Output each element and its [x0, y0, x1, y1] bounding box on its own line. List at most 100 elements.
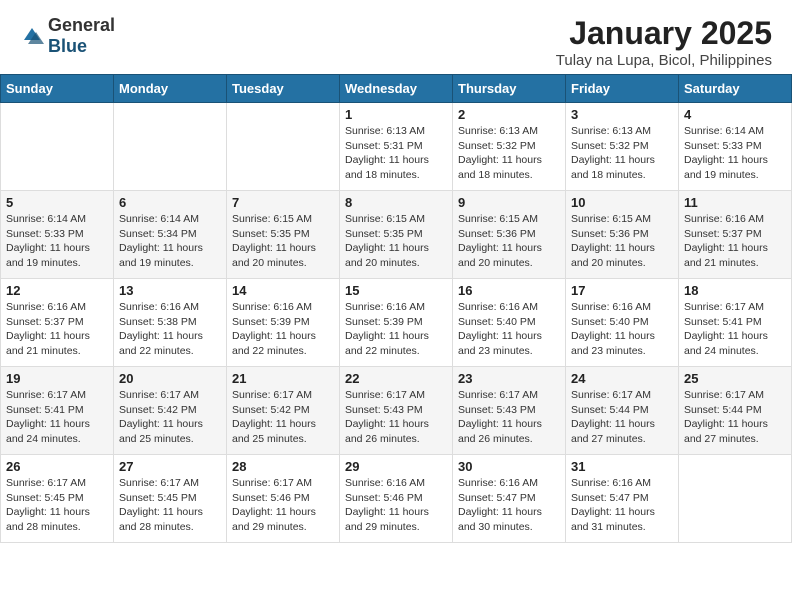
day-number: 14 [232, 283, 334, 298]
calendar-cell: 2 Sunrise: 6:13 AMSunset: 5:32 PMDaylight… [453, 103, 566, 191]
day-number: 20 [119, 371, 221, 386]
calendar-cell: 6 Sunrise: 6:14 AMSunset: 5:34 PMDaylight… [114, 191, 227, 279]
calendar-table: SundayMondayTuesdayWednesdayThursdayFrid… [0, 74, 792, 543]
day-info: Sunrise: 6:16 AMSunset: 5:40 PMDaylight:… [458, 300, 560, 359]
day-info: Sunrise: 6:14 AMSunset: 5:33 PMDaylight:… [6, 212, 108, 271]
day-number: 25 [684, 371, 786, 386]
day-number: 5 [6, 195, 108, 210]
calendar-row: 5 Sunrise: 6:14 AMSunset: 5:33 PMDaylight… [1, 191, 792, 279]
day-info: Sunrise: 6:17 AMSunset: 5:41 PMDaylight:… [684, 300, 786, 359]
calendar-cell: 30 Sunrise: 6:16 AMSunset: 5:47 PMDayligh… [453, 455, 566, 543]
day-number: 4 [684, 107, 786, 122]
day-info: Sunrise: 6:16 AMSunset: 5:40 PMDaylight:… [571, 300, 673, 359]
day-number: 11 [684, 195, 786, 210]
calendar-cell: 24 Sunrise: 6:17 AMSunset: 5:44 PMDayligh… [566, 367, 679, 455]
calendar-cell: 3Sunrise: 6:13 AMSunset: 5:32 PMDaylight… [566, 103, 679, 191]
day-info: Sunrise: 6:16 AMSunset: 5:47 PMDaylight:… [571, 476, 673, 535]
page-header: General Blue January 2025 Tulay na Lupa,… [0, 0, 792, 74]
calendar-cell: 4 Sunrise: 6:14 AMSunset: 5:33 PMDaylight… [679, 103, 792, 191]
day-info: Sunrise: 6:17 AMSunset: 5:42 PMDaylight:… [232, 388, 334, 447]
calendar-cell: 31 Sunrise: 6:16 AMSunset: 5:47 PMDayligh… [566, 455, 679, 543]
day-number: 16 [458, 283, 560, 298]
calendar-cell: 1 Sunrise: 6:13 AMSunset: 5:31 PMDaylight… [340, 103, 453, 191]
calendar-cell [679, 455, 792, 543]
day-number: 19 [6, 371, 108, 386]
day-number: 28 [232, 459, 334, 474]
day-number: 30 [458, 459, 560, 474]
calendar-cell: 7Sunrise: 6:15 AMSunset: 5:35 PMDaylight… [227, 191, 340, 279]
day-info: Sunrise: 6:16 AMSunset: 5:37 PMDaylight:… [6, 300, 108, 359]
calendar-cell [114, 103, 227, 191]
day-number: 29 [345, 459, 447, 474]
weekday-header: Tuesday [227, 75, 340, 103]
calendar-row: 12Sunrise: 6:16 AMSunset: 5:37 PMDayligh… [1, 279, 792, 367]
calendar-cell: 23Sunrise: 6:17 AMSunset: 5:43 PMDayligh… [453, 367, 566, 455]
calendar-cell: 29 Sunrise: 6:16 AMSunset: 5:46 PMDayligh… [340, 455, 453, 543]
day-info: Sunrise: 6:14 AMSunset: 5:33 PMDaylight:… [684, 124, 786, 183]
day-number: 17 [571, 283, 673, 298]
logo: General Blue [20, 15, 115, 57]
calendar-cell [227, 103, 340, 191]
day-info: Sunrise: 6:15 AMSunset: 5:36 PMDaylight:… [571, 212, 673, 271]
day-number: 13 [119, 283, 221, 298]
day-info: Sunrise: 6:17 AMSunset: 5:46 PMDaylight:… [232, 476, 334, 535]
day-number: 2 [458, 107, 560, 122]
calendar-body: 1 Sunrise: 6:13 AMSunset: 5:31 PMDaylight… [1, 103, 792, 543]
calendar-row: 26 Sunrise: 6:17 AMSunset: 5:45 PMDayligh… [1, 455, 792, 543]
logo-icon [20, 24, 44, 48]
day-info: Sunrise: 6:13 AMSunset: 5:32 PMDaylight:… [458, 124, 560, 183]
day-info: Sunrise: 6:16 AMSunset: 5:46 PMDaylight:… [345, 476, 447, 535]
title-section: January 2025 Tulay na Lupa, Bicol, Phili… [556, 15, 772, 69]
logo-text: General Blue [48, 15, 115, 57]
day-info: Sunrise: 6:13 AMSunset: 5:31 PMDaylight:… [345, 124, 447, 183]
day-info: Sunrise: 6:17 AMSunset: 5:45 PMDaylight:… [6, 476, 108, 535]
day-number: 27 [119, 459, 221, 474]
day-info: Sunrise: 6:16 AMSunset: 5:38 PMDaylight:… [119, 300, 221, 359]
calendar-cell: 27Sunrise: 6:17 AMSunset: 5:45 PMDayligh… [114, 455, 227, 543]
logo-blue: Blue [48, 36, 87, 56]
calendar-cell: 14 Sunrise: 6:16 AMSunset: 5:39 PMDayligh… [227, 279, 340, 367]
day-number: 31 [571, 459, 673, 474]
day-number: 26 [6, 459, 108, 474]
calendar-row: 1 Sunrise: 6:13 AMSunset: 5:31 PMDaylight… [1, 103, 792, 191]
calendar-cell: 17 Sunrise: 6:16 AMSunset: 5:40 PMDayligh… [566, 279, 679, 367]
calendar-cell: 12Sunrise: 6:16 AMSunset: 5:37 PMDayligh… [1, 279, 114, 367]
calendar-cell: 25Sunrise: 6:17 AMSunset: 5:44 PMDayligh… [679, 367, 792, 455]
weekday-header: Wednesday [340, 75, 453, 103]
calendar-header: SundayMondayTuesdayWednesdayThursdayFrid… [1, 75, 792, 103]
calendar-cell: 16 Sunrise: 6:16 AMSunset: 5:40 PMDayligh… [453, 279, 566, 367]
day-number: 9 [458, 195, 560, 210]
day-number: 6 [119, 195, 221, 210]
logo-general: General [48, 15, 115, 35]
day-number: 23 [458, 371, 560, 386]
calendar-cell: 26 Sunrise: 6:17 AMSunset: 5:45 PMDayligh… [1, 455, 114, 543]
month-title: January 2025 [556, 15, 772, 52]
weekday-header: Monday [114, 75, 227, 103]
day-info: Sunrise: 6:16 AMSunset: 5:37 PMDaylight:… [684, 212, 786, 271]
day-number: 24 [571, 371, 673, 386]
day-info: Sunrise: 6:17 AMSunset: 5:44 PMDaylight:… [571, 388, 673, 447]
calendar-cell: 10 Sunrise: 6:15 AMSunset: 5:36 PMDayligh… [566, 191, 679, 279]
calendar-cell: 15Sunrise: 6:16 AMSunset: 5:39 PMDayligh… [340, 279, 453, 367]
calendar-cell: 28 Sunrise: 6:17 AMSunset: 5:46 PMDayligh… [227, 455, 340, 543]
weekday-header: Sunday [1, 75, 114, 103]
location-title: Tulay na Lupa, Bicol, Philippines [556, 52, 772, 69]
calendar-cell: 13 Sunrise: 6:16 AMSunset: 5:38 PMDayligh… [114, 279, 227, 367]
calendar-cell: 20Sunrise: 6:17 AMSunset: 5:42 PMDayligh… [114, 367, 227, 455]
day-number: 3 [571, 107, 673, 122]
day-number: 18 [684, 283, 786, 298]
day-number: 1 [345, 107, 447, 122]
calendar-cell: 18 Sunrise: 6:17 AMSunset: 5:41 PMDayligh… [679, 279, 792, 367]
day-info: Sunrise: 6:15 AMSunset: 5:36 PMDaylight:… [458, 212, 560, 271]
day-info: Sunrise: 6:14 AMSunset: 5:34 PMDaylight:… [119, 212, 221, 271]
calendar-row: 19 Sunrise: 6:17 AMSunset: 5:41 PMDayligh… [1, 367, 792, 455]
day-info: Sunrise: 6:16 AMSunset: 5:39 PMDaylight:… [232, 300, 334, 359]
day-number: 10 [571, 195, 673, 210]
day-info: Sunrise: 6:17 AMSunset: 5:43 PMDaylight:… [345, 388, 447, 447]
calendar-cell: 21 Sunrise: 6:17 AMSunset: 5:42 PMDayligh… [227, 367, 340, 455]
weekday-header: Friday [566, 75, 679, 103]
calendar-cell: 22Sunrise: 6:17 AMSunset: 5:43 PMDayligh… [340, 367, 453, 455]
day-info: Sunrise: 6:16 AMSunset: 5:47 PMDaylight:… [458, 476, 560, 535]
day-number: 21 [232, 371, 334, 386]
day-info: Sunrise: 6:17 AMSunset: 5:41 PMDaylight:… [6, 388, 108, 447]
